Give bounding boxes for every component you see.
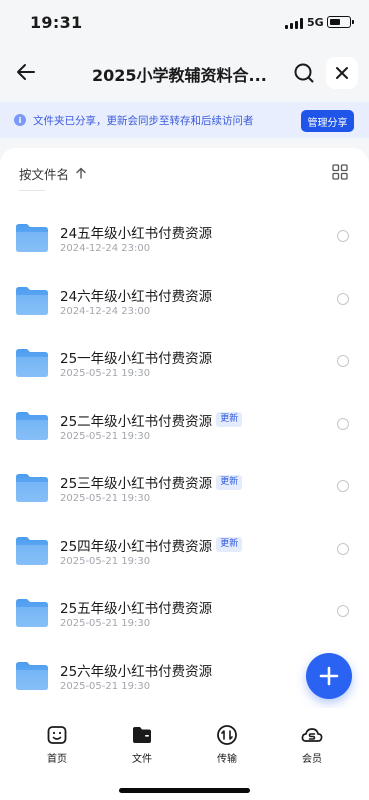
- file-row[interactable]: 25五年级小红书付费资源 2025-05-21 19:30: [0, 591, 369, 653]
- file-row[interactable]: 24五年级小红书付费资源 2024-12-24 23:00: [0, 216, 369, 278]
- network-label: 5G: [307, 16, 324, 29]
- nav-label-files: 文件: [132, 754, 152, 765]
- file-name-container: 25三年级小红书付费资源 更新: [60, 472, 243, 492]
- nav-label-transfer: 传输: [217, 754, 237, 765]
- file-name: 25五年级小红书付费资源: [60, 601, 213, 617]
- file-list-panel: 按文件名 24五年级小红书付费资源 2024-12-24 23:00 24六年级小红…: [0, 148, 369, 708]
- nav-item-vip[interactable]: 会员: [287, 724, 337, 765]
- search-icon: [294, 63, 314, 83]
- select-checkbox[interactable]: [337, 292, 349, 305]
- select-checkbox[interactable]: [337, 542, 349, 555]
- file-row[interactable]: 24六年级小红书付费资源 2024-12-24 23:00: [0, 279, 369, 341]
- file-name-container: 25五年级小红书付费资源: [60, 597, 212, 617]
- file-date: 2025-05-21 19:30: [60, 618, 151, 629]
- file-name-container: 25一年级小红书付费资源: [60, 347, 212, 367]
- folder-icon: [16, 349, 48, 377]
- file-name-container: 25四年级小红书付费资源 更新: [60, 535, 243, 555]
- nav-item-home[interactable]: 首页: [32, 724, 82, 765]
- nav-item-transfer[interactable]: 传输: [202, 724, 252, 765]
- select-checkbox[interactable]: [337, 230, 349, 242]
- bottom-nav: 首页 文件 传输 会员: [0, 708, 369, 800]
- home-indicator: [119, 788, 250, 793]
- file-name: 25六年级小红书付费资源: [60, 663, 213, 680]
- share-notice: i 文件夹已分享，更新会同步至转存和后续访问者 管理分享: [0, 102, 369, 138]
- folder-icon: [16, 286, 48, 315]
- file-name: 24五年级小红书付费资源: [60, 226, 213, 242]
- folder-icon: [16, 474, 48, 502]
- arrow-up-icon: [76, 167, 86, 179]
- arrow-left-icon: [17, 64, 35, 80]
- file-name-container: 25二年级小红书付费资源 更新: [60, 410, 243, 430]
- manage-share-button[interactable]: 管理分享: [301, 110, 354, 132]
- file-date: 2024-12-24 23:00: [60, 243, 151, 254]
- plus-icon: [319, 666, 339, 686]
- vip-icon: [301, 728, 323, 742]
- nav-item-files[interactable]: 文件: [117, 724, 167, 765]
- home-icon: [47, 726, 67, 744]
- folder-icon: [16, 536, 48, 565]
- file-name-container: 25六年级小红书付费资源: [60, 660, 212, 680]
- file-date: 2025-05-21 19:30: [60, 680, 151, 692]
- folder-icon: [133, 727, 151, 743]
- status-bar: 19:31 5G: [0, 0, 369, 46]
- back-button[interactable]: [12, 58, 40, 86]
- notice-text: 文件夹已分享，更新会同步至转存和后续访问者: [33, 115, 254, 127]
- select-checkbox[interactable]: [337, 355, 349, 367]
- search-button[interactable]: [290, 59, 318, 87]
- info-icon: i: [14, 114, 26, 126]
- select-checkbox[interactable]: [337, 480, 349, 492]
- folder-icon: [16, 661, 48, 690]
- file-date: 2024-12-24 23:00: [60, 305, 151, 317]
- nav-label-home: 首页: [47, 754, 67, 765]
- grid-view-button[interactable]: [330, 162, 350, 182]
- header: 2025小学教辅资料合...: [0, 50, 369, 96]
- close-button[interactable]: [326, 57, 358, 89]
- folder-icon: [16, 224, 48, 252]
- battery-icon: [327, 16, 354, 28]
- file-name: 24六年级小红书付费资源: [60, 288, 213, 305]
- status-time: 19:31: [30, 13, 83, 32]
- file-row[interactable]: 25三年级小红书付费资源 更新 2025-05-21 19:30: [0, 466, 369, 528]
- divider: [19, 190, 45, 191]
- select-checkbox[interactable]: [337, 605, 349, 617]
- folder-icon: [16, 411, 48, 440]
- update-badge: 更新: [216, 474, 243, 490]
- file-name-container: 24五年级小红书付费资源: [60, 222, 212, 242]
- file-name: 25一年级小红书付费资源: [60, 351, 213, 367]
- file-row[interactable]: 25四年级小红书付费资源 更新 2025-05-21 19:30: [0, 529, 369, 591]
- folder-icon: [16, 599, 48, 627]
- file-row[interactable]: 25一年级小红书付费资源 2025-05-21 19:30: [0, 341, 369, 403]
- select-checkbox[interactable]: [337, 417, 349, 430]
- nav-label-vip: 会员: [302, 754, 322, 765]
- sort-control[interactable]: 按文件名: [19, 164, 87, 182]
- file-date: 2025-05-21 19:30: [60, 493, 151, 504]
- grid-view-icon: [332, 164, 348, 180]
- close-icon: [336, 67, 348, 79]
- file-date: 2025-05-21 19:30: [60, 430, 151, 442]
- page-title: 2025小学教辅资料合...: [92, 66, 267, 85]
- file-date: 2025-05-21 19:30: [60, 368, 151, 379]
- sort-label: 按文件名: [19, 166, 70, 182]
- update-badge: 更新: [216, 537, 243, 552]
- file-name: 25四年级小红书付费资源: [60, 538, 213, 555]
- add-button[interactable]: [306, 653, 352, 699]
- file-name: 25三年级小红书付费资源: [60, 476, 213, 492]
- transfer-icon: [217, 725, 237, 745]
- update-badge: 更新: [216, 412, 243, 427]
- signal-icon: [285, 18, 303, 29]
- file-date: 2025-05-21 19:30: [60, 555, 151, 567]
- file-name: 25二年级小红书付费资源: [60, 413, 213, 430]
- file-row[interactable]: 25二年级小红书付费资源 更新 2025-05-21 19:30: [0, 404, 369, 466]
- file-name-container: 24六年级小红书付费资源: [60, 285, 212, 305]
